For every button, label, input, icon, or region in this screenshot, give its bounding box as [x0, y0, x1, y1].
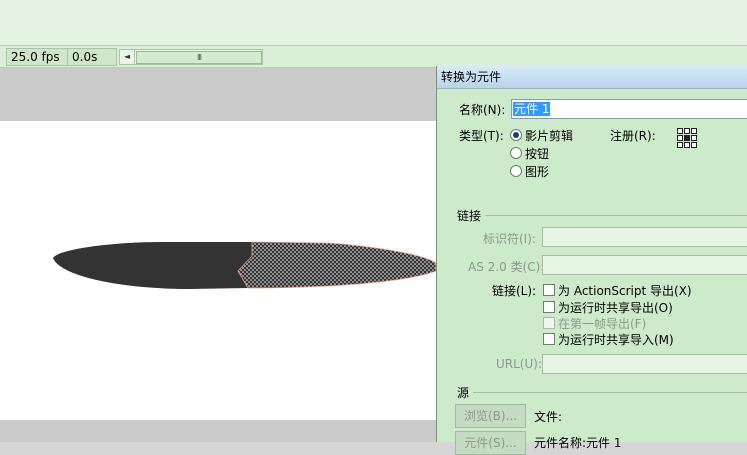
browse-button[interactable]: 浏览(B)... [455, 404, 526, 428]
url-input[interactable] [542, 354, 747, 374]
export-first-frame-label[interactable]: 在第一帧导出(F) [558, 315, 646, 332]
frame-rate-field[interactable]: 25.0 fps [6, 48, 68, 66]
type-radio-graphic[interactable] [510, 165, 522, 177]
as2-class-input[interactable] [542, 255, 747, 275]
type-radio-movieclip[interactable] [510, 129, 522, 141]
scroll-left-arrow-icon[interactable]: ◄ [120, 50, 135, 64]
export-runtime-sharing-label[interactable]: 为运行时共享导出(O) [558, 299, 673, 316]
import-runtime-sharing-checkbox[interactable] [543, 333, 555, 345]
elapsed-time-field: 0.0s [67, 48, 117, 66]
linkage-heading: 链接 [457, 209, 482, 223]
registration-label: 注册(R): [610, 129, 656, 143]
identifier-input[interactable] [542, 227, 747, 247]
timeline-horizontal-scrollbar[interactable]: ◄ III [119, 49, 263, 65]
export-for-actionscript-checkbox[interactable] [543, 284, 555, 296]
scrollbar-thumb[interactable]: III [136, 51, 262, 64]
symbol-name-label: 元件名称:元件 1 [534, 436, 622, 450]
source-heading: 源 [457, 386, 470, 400]
export-runtime-sharing-checkbox[interactable] [543, 301, 555, 313]
name-label: 名称(N): [459, 103, 506, 117]
export-for-actionscript-label[interactable]: 为 ActionScript 导出(X) [558, 282, 692, 299]
timeline-frames-area[interactable] [0, 0, 747, 45]
type-label: 类型(T): [459, 129, 504, 143]
convert-to-symbol-dialog: 转换为元件 名称(N): 元件 1 类型(T): 影片剪辑 按钮 图形 注册(R… [436, 66, 747, 455]
dialog-title: 转换为元件 [437, 66, 747, 89]
symbol-button[interactable]: 元件(S)... [455, 431, 526, 455]
shape-selected-part[interactable] [237, 241, 436, 289]
type-option-graphic[interactable]: 图形 [525, 163, 549, 180]
as2-class-label: AS 2.0 类(C): [468, 260, 545, 274]
export-first-frame-checkbox[interactable] [543, 317, 555, 329]
name-input[interactable]: 元件 1 [511, 99, 747, 119]
name-input-value: 元件 1 [513, 102, 551, 116]
import-runtime-sharing-label[interactable]: 为运行时共享导入(M) [558, 331, 674, 348]
file-label: 文件: [534, 410, 563, 424]
selected-shape-drawing[interactable] [0, 121, 436, 420]
source-divider [473, 392, 747, 393]
linkage-divider [485, 215, 747, 216]
type-radio-button[interactable] [510, 147, 522, 159]
timeline-status-bar: 25.0 fps 0.0s ◄ III [0, 45, 747, 68]
linkage-label: 链接(L): [492, 284, 537, 298]
registration-grid-icon[interactable] [677, 128, 697, 148]
type-option-movieclip[interactable]: 影片剪辑 [525, 127, 573, 144]
shape-solid-part[interactable] [53, 242, 252, 289]
url-label: URL(U): [496, 357, 542, 371]
identifier-label: 标识符(I): [483, 232, 536, 246]
type-option-button[interactable]: 按钮 [525, 145, 549, 162]
